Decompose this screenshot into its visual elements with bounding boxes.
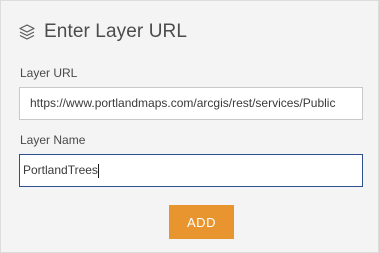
layer-url-input[interactable]: https://www.portlandmaps.com/arcgis/rest… (19, 87, 363, 120)
enter-layer-url-panel: Enter Layer URL Layer URL https://www.po… (0, 0, 379, 253)
layers-icon (18, 23, 36, 41)
layer-url-label: Layer URL (20, 66, 78, 80)
add-button[interactable]: ADD (169, 205, 234, 239)
layer-name-label: Layer Name (20, 133, 86, 147)
layer-name-input[interactable]: PortlandTrees (19, 154, 363, 187)
layer-url-value: https://www.portlandmaps.com/arcgis/rest… (30, 96, 336, 110)
layer-name-value: PortlandTrees (23, 163, 98, 177)
panel-header: Enter Layer URL (18, 19, 187, 45)
panel-title: Enter Layer URL (44, 21, 188, 42)
text-caret (97, 163, 99, 178)
